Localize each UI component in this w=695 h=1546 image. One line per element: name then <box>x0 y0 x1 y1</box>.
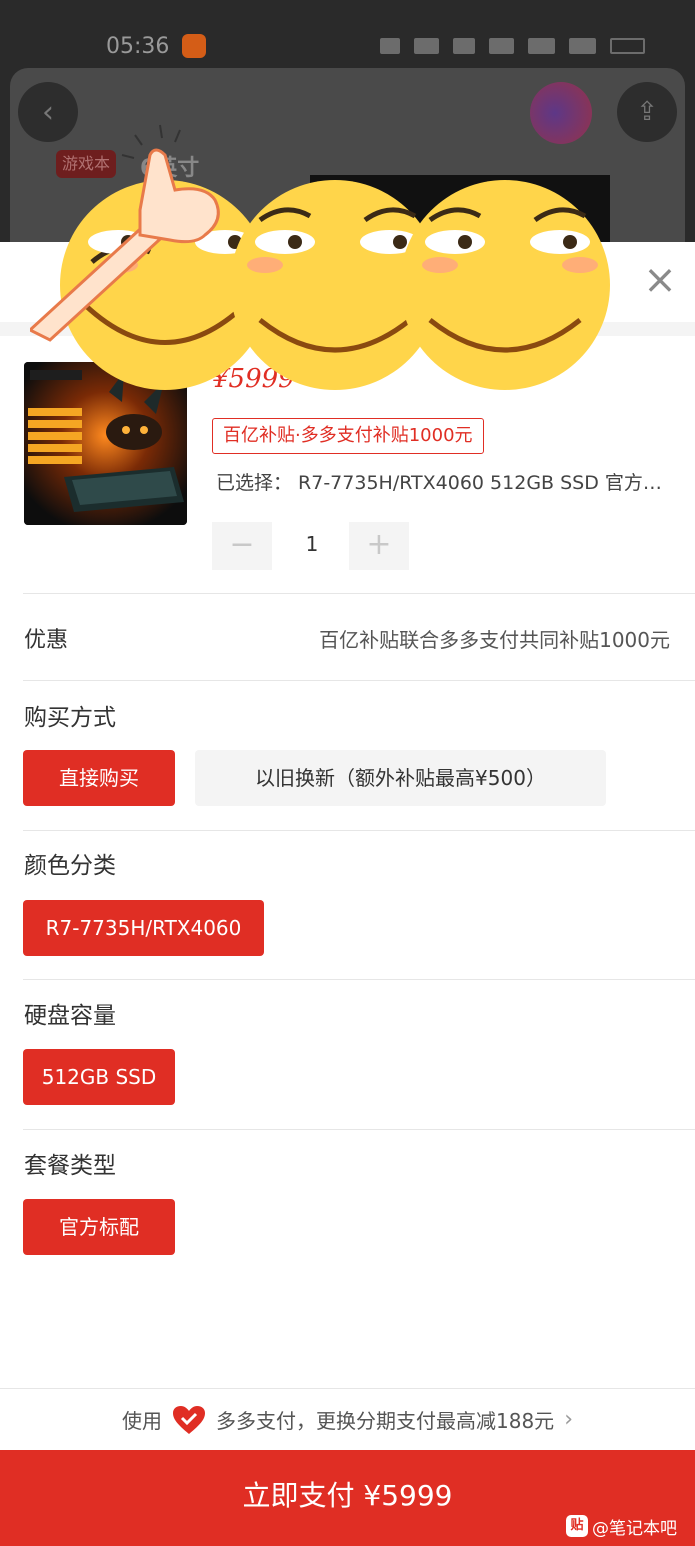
signal-icon <box>528 38 556 54</box>
option-color-r7-rtx4060[interactable]: R7-7735H/RTX4060 <box>23 900 264 956</box>
background-product-image <box>310 175 610 242</box>
network-speed-icon <box>413 38 440 54</box>
payment-hint[interactable]: 使用 多多支付，更换分期支付最高减188元 › <box>0 1388 695 1450</box>
sku-selection-sheet: × ¥5999 百亿补贴·多多支付补贴1000元 已选择： R7-7735H/R… <box>0 242 695 1546</box>
subsidy-badge: 百亿补贴·多多支付补贴1000元 <box>212 418 484 454</box>
payment-hint-text: 多多支付，更换分期支付最高减188元 <box>216 1409 555 1433</box>
app-notification-icon <box>182 34 206 58</box>
watermark-text: @笔记本吧 <box>592 1518 677 1539</box>
battery-icon <box>610 38 645 54</box>
option-trade-in[interactable]: 以旧换新（额外补贴最高¥500） <box>195 750 606 806</box>
selected-spec: 已选择： R7-7735H/RTX4060 512GB SSD 官方标配 <box>216 472 676 494</box>
purchase-method-title: 购买方式 <box>24 705 116 731</box>
hd-icon <box>488 38 515 54</box>
background-title: 6英寸 <box>140 156 200 181</box>
divider <box>23 830 695 831</box>
divider <box>0 322 695 336</box>
option-direct-buy[interactable]: 直接购买 <box>23 750 175 806</box>
status-time: 05:36 <box>106 34 170 59</box>
divider <box>23 1129 695 1130</box>
tieba-logo-icon: 贴 <box>566 1515 588 1537</box>
back-icon[interactable]: ‹ <box>18 82 78 142</box>
heart-icon <box>173 1405 205 1434</box>
quantity-value[interactable]: 1 <box>290 532 334 556</box>
sheet-header: × <box>0 242 695 322</box>
share-icon[interactable]: ⇪ <box>617 82 677 142</box>
quantity-minus-button[interactable]: − <box>212 522 272 570</box>
close-icon[interactable]: × <box>642 260 678 300</box>
chevron-right-icon: › <box>564 1407 573 1432</box>
status-bar: 05:36 <box>0 0 695 66</box>
avatar[interactable] <box>530 82 592 144</box>
status-icons <box>380 36 645 56</box>
category-tag: 游戏本 <box>56 150 117 178</box>
signal-2-icon <box>569 38 597 54</box>
background-page: 05:36 ‹ ⇪ 游戏本 6英寸 <box>0 0 695 242</box>
color-category-title: 颜色分类 <box>24 853 116 879</box>
price: ¥5999 <box>212 364 295 394</box>
option-storage-512gb[interactable]: 512GB SSD <box>23 1049 175 1105</box>
discount-value: 百亿补贴联合多多支付共同补贴1000元 <box>319 628 670 652</box>
divider <box>23 979 695 980</box>
wifi-icon <box>453 38 475 54</box>
payment-hint-prefix: 使用 <box>122 1409 162 1433</box>
discount-label: 优惠 <box>24 628 69 653</box>
watermark: 贴 @笔记本吧 <box>566 1514 677 1539</box>
nfc-icon <box>380 38 400 54</box>
laptop-image <box>24 362 187 525</box>
divider <box>23 593 695 594</box>
storage-title: 硬盘容量 <box>24 1003 116 1029</box>
quantity-plus-button[interactable]: + <box>349 522 409 570</box>
product-thumbnail <box>24 362 187 525</box>
package-type-title: 套餐类型 <box>24 1153 116 1179</box>
divider <box>23 680 695 681</box>
option-package-official[interactable]: 官方标配 <box>23 1199 175 1255</box>
